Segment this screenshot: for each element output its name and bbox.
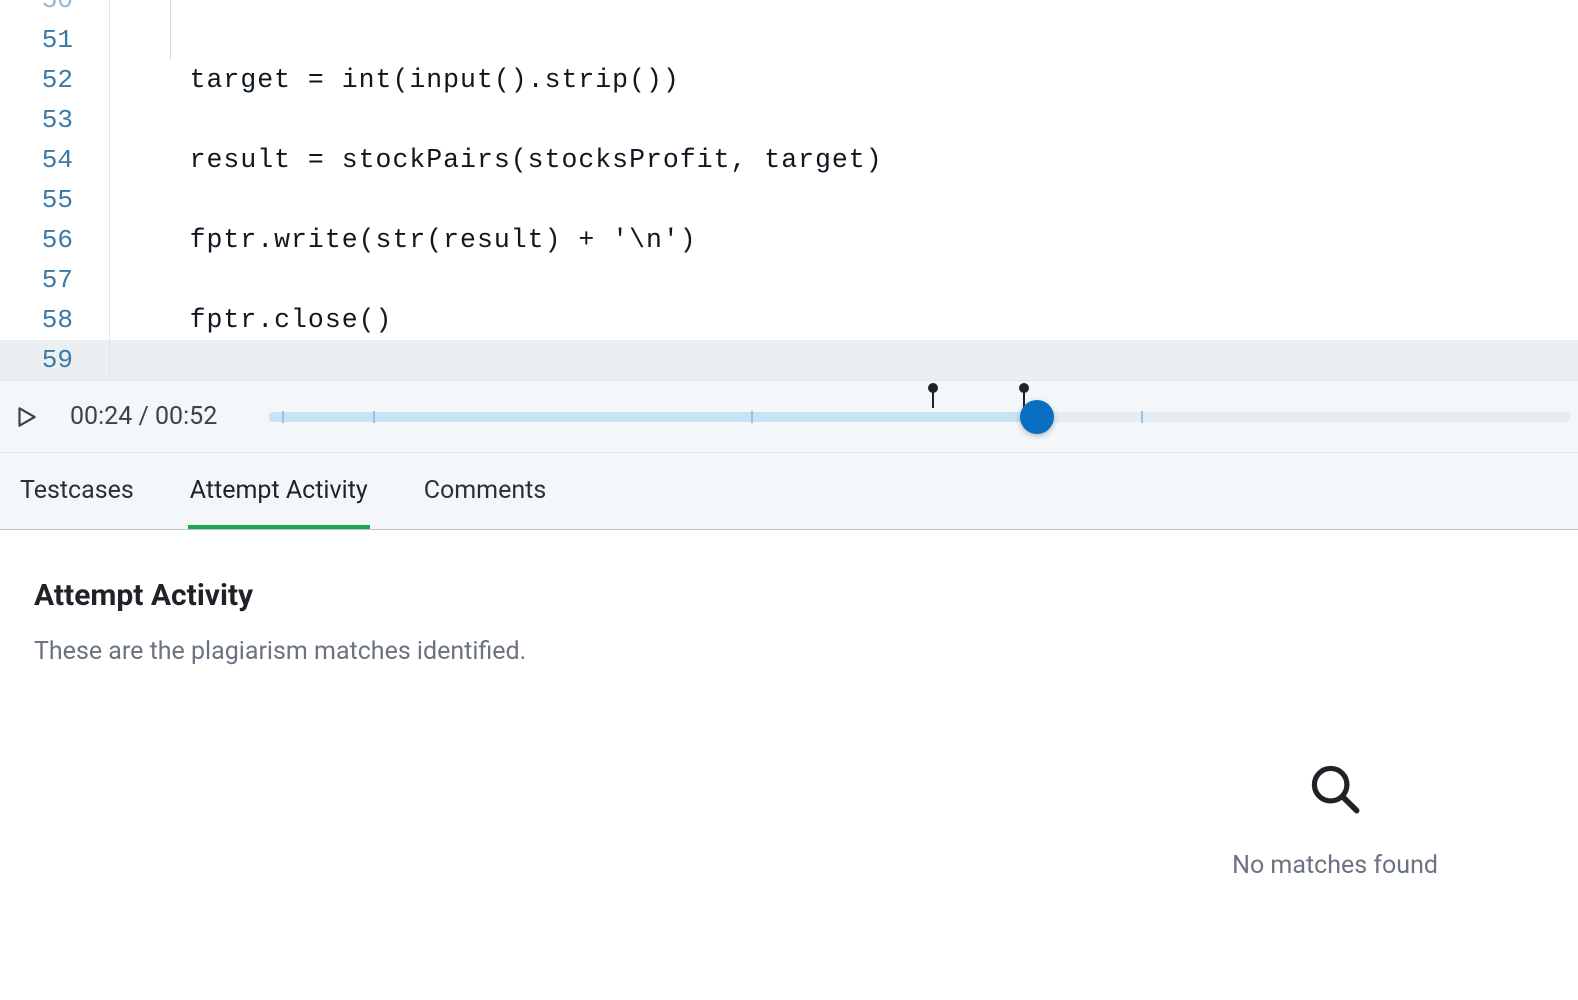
line-number: 59: [0, 340, 109, 380]
tab-attempt-activity[interactable]: Attempt Activity: [188, 454, 370, 529]
magnifier-icon: [1309, 763, 1361, 815]
code-line: [110, 20, 1578, 60]
track-tick: [1141, 411, 1143, 423]
play-icon: [13, 404, 39, 430]
code-line: result = stockPairs(stocksProfit, target…: [110, 140, 1578, 180]
line-number: 57: [0, 260, 109, 300]
code-line: [110, 340, 1578, 380]
line-number: 54: [0, 140, 109, 180]
track-tick: [373, 411, 375, 423]
empty-state: No matches found: [1232, 763, 1438, 880]
playback-time: 00:24 / 00:52: [70, 402, 217, 431]
indent-guide: [170, 0, 171, 60]
line-number: 58: [0, 300, 109, 340]
line-number: 50: [0, 0, 109, 20]
attempt-activity-panel: Attempt Activity These are the plagiaris…: [0, 530, 1578, 714]
code-line: [110, 180, 1578, 220]
panel-description: These are the plagiarism matches identif…: [34, 637, 1544, 666]
track-knob[interactable]: [1020, 400, 1054, 434]
tabs-bar: Testcases Attempt Activity Comments: [0, 452, 1578, 530]
line-number: 55: [0, 180, 109, 220]
panel-title: Attempt Activity: [34, 578, 1544, 613]
track-tick: [751, 411, 753, 423]
line-number: 51: [0, 20, 109, 60]
code-body[interactable]: target = int(input().strip()) result = s…: [110, 0, 1578, 380]
tab-testcases[interactable]: Testcases: [18, 454, 136, 529]
current-time: 00:24: [70, 402, 132, 431]
line-number: 53: [0, 100, 109, 140]
line-number-gutter: 50 51 52 53 54 55 56 57 58 59: [0, 0, 110, 380]
tab-comments[interactable]: Comments: [422, 454, 549, 529]
code-line: [110, 0, 1578, 20]
code-line: [110, 260, 1578, 300]
track-tick: [282, 411, 284, 423]
code-line: target = int(input().strip()): [110, 60, 1578, 100]
code-line: fptr.write(str(result) + '\n'): [110, 220, 1578, 260]
code-line: fptr.close(): [110, 300, 1578, 340]
code-editor: 50 51 52 53 54 55 56 57 58 59 target = i…: [0, 0, 1578, 380]
code-line: [110, 100, 1578, 140]
line-number: 52: [0, 60, 109, 100]
track-marker-pin[interactable]: [926, 383, 940, 409]
playback-bar: 00:24 / 00:52: [0, 380, 1578, 452]
empty-state-text: No matches found: [1232, 851, 1438, 880]
play-button[interactable]: [10, 401, 42, 433]
total-time: 00:52: [155, 402, 217, 431]
playback-track[interactable]: [269, 397, 1570, 437]
track-fill: [269, 412, 1036, 422]
line-number: 56: [0, 220, 109, 260]
